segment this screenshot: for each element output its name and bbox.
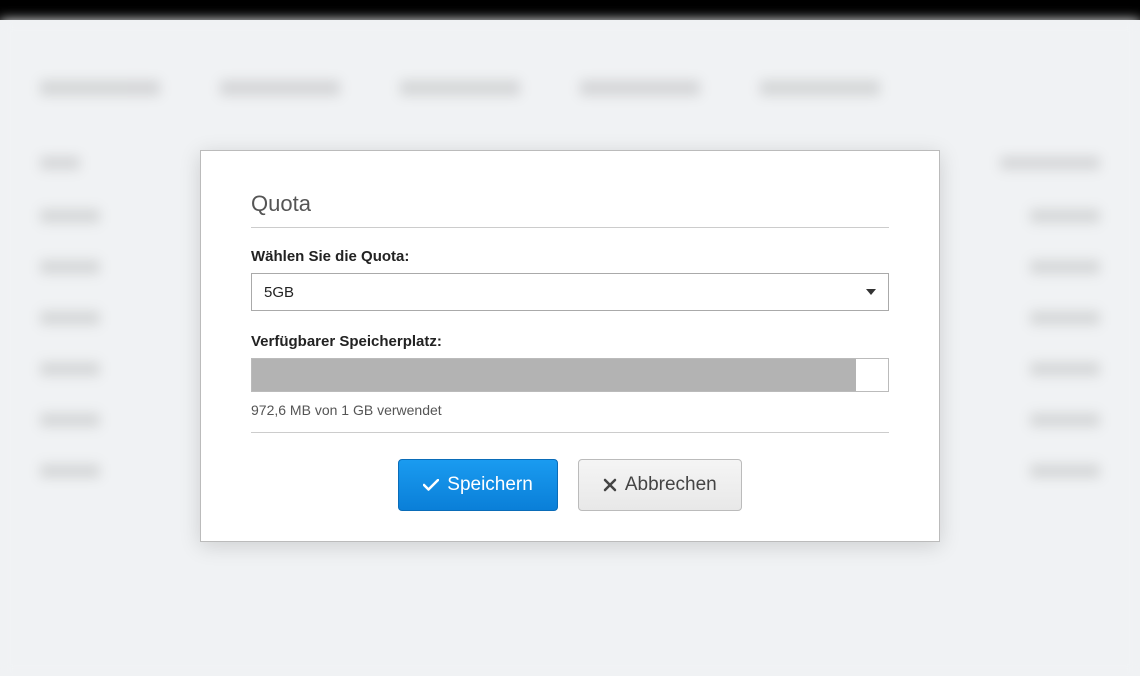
modal-button-row: Speichern Abbrechen — [251, 459, 889, 511]
save-button-label: Speichern — [447, 474, 533, 496]
window-topbar — [0, 0, 1140, 20]
cancel-button[interactable]: Abbrechen — [578, 459, 742, 511]
close-icon — [603, 478, 617, 492]
storage-progress-fill — [252, 359, 856, 391]
modal-title: Quota — [251, 191, 889, 228]
cancel-button-label: Abbrechen — [625, 474, 717, 496]
quota-select[interactable]: 5GB — [251, 273, 889, 311]
quota-modal: Quota Wählen Sie die Quota: 5GB Verfügba… — [200, 150, 940, 542]
storage-usage-text: 972,6 MB von 1 GB verwendet — [251, 402, 889, 433]
check-icon — [423, 479, 439, 491]
quota-select-value: 5GB — [264, 284, 866, 301]
storage-progress-bar — [251, 358, 889, 392]
chevron-down-icon — [866, 289, 876, 295]
save-button[interactable]: Speichern — [398, 459, 558, 511]
quota-select-label: Wählen Sie die Quota: — [251, 248, 889, 265]
storage-label: Verfügbarer Speicherplatz: — [251, 333, 889, 350]
